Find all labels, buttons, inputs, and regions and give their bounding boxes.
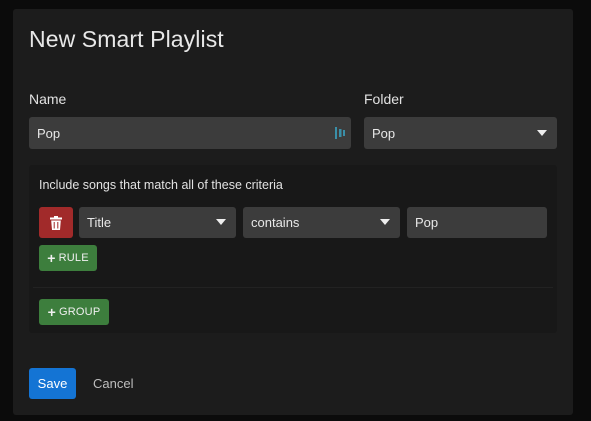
- dialog-title: New Smart Playlist: [29, 26, 224, 52]
- rule-value-input[interactable]: Pop: [407, 207, 547, 238]
- folder-label: Folder: [364, 91, 404, 107]
- name-input-value: Pop: [37, 125, 61, 141]
- rule-value-text: Pop: [415, 215, 439, 230]
- criteria-panel: Include songs that match all of these cr…: [29, 165, 557, 333]
- rule-operator-select[interactable]: contains: [243, 207, 400, 238]
- rule-field-value: Title: [87, 215, 112, 230]
- rule-operator-value: contains: [251, 215, 300, 230]
- save-button[interactable]: Save: [29, 368, 76, 399]
- divider: [33, 287, 553, 288]
- criteria-heading: Include songs that match all of these cr…: [39, 178, 283, 192]
- plus-icon: +: [47, 304, 57, 320]
- trash-icon: [50, 215, 62, 230]
- add-rule-label: RULE: [58, 252, 89, 264]
- folder-select-value: Pop: [372, 125, 396, 141]
- chevron-down-icon: [537, 130, 547, 136]
- add-group-label: GROUP: [59, 306, 101, 318]
- rule-field-select[interactable]: Title: [79, 207, 236, 238]
- cancel-button[interactable]: Cancel: [93, 368, 133, 399]
- smart-playlist-dialog: New Smart Playlist Name Pop Folder Pop I…: [13, 9, 573, 415]
- add-group-button[interactable]: + GROUP: [39, 299, 109, 325]
- name-input[interactable]: Pop: [29, 117, 351, 149]
- lastpass-icon[interactable]: [334, 124, 346, 142]
- add-rule-button[interactable]: + RULE: [39, 245, 97, 271]
- chevron-down-icon: [380, 219, 390, 225]
- name-label: Name: [29, 91, 67, 107]
- chevron-down-icon: [216, 219, 226, 225]
- delete-rule-button[interactable]: [39, 207, 73, 238]
- folder-select[interactable]: Pop: [364, 117, 557, 149]
- plus-icon: +: [47, 250, 56, 266]
